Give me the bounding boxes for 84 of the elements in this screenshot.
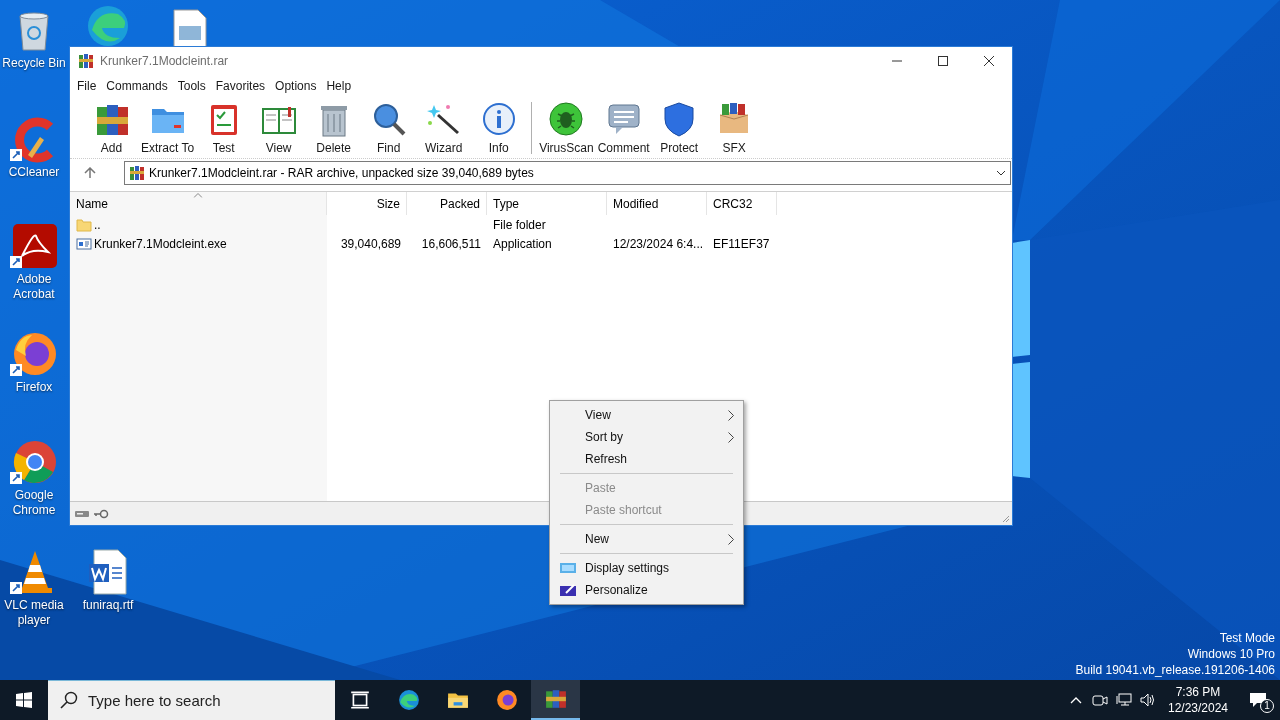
extract-button[interactable]: Extract To	[139, 98, 197, 157]
window-title: Krunker7.1Modcleint.rar	[100, 53, 229, 70]
network-icon	[1116, 692, 1132, 708]
maximize-icon	[938, 56, 948, 66]
clock[interactable]: 7:36 PM 12/23/2024	[1160, 684, 1236, 716]
menu-item[interactable]: File	[72, 77, 102, 95]
search-field[interactable]: Type here to search	[48, 680, 335, 720]
bug-icon	[548, 100, 585, 137]
find-button[interactable]: Find	[361, 98, 417, 157]
address-field[interactable]: Krunker7.1Modcleint.rar - RAR archive, unpacked size 39,040,689 bytes	[124, 161, 1011, 185]
notification-icon	[1249, 692, 1267, 708]
sfx-button[interactable]: SFX	[706, 98, 762, 157]
up-arrow-icon	[84, 167, 96, 179]
archive-books-icon	[544, 688, 567, 710]
column-header[interactable]: Name	[70, 192, 327, 215]
context-menu-item[interactable]: Refresh	[550, 448, 743, 470]
sort-ascending-icon	[193, 193, 203, 198]
edge-icon	[397, 689, 420, 711]
desktop-icon-label[interactable]: Recycle Bin	[2, 56, 66, 71]
test-button[interactable]: Test	[196, 98, 252, 157]
application-icon	[76, 235, 92, 252]
delete-button[interactable]: Delete	[306, 98, 362, 157]
table-cell-text: EF11EF37	[713, 235, 770, 253]
monitor-icon	[559, 562, 576, 574]
drive-icon	[74, 508, 90, 519]
windows-logo-icon	[16, 692, 32, 708]
context-menu-item[interactable]: Display settings	[550, 557, 743, 579]
column-header[interactable]: Type	[487, 192, 607, 215]
desktop-icon-label[interactable]: funiraq.rtf	[82, 598, 134, 613]
column-header[interactable]: Packed	[407, 192, 487, 215]
column-header[interactable]: Size	[327, 192, 407, 215]
speaker-icon	[1140, 692, 1156, 708]
fox-globe-icon	[495, 689, 518, 711]
context-menu-item[interactable]: View	[550, 404, 743, 426]
chevron-up-icon	[1070, 696, 1082, 704]
chrome-icon	[10, 438, 58, 486]
fox-globe-icon	[10, 330, 58, 378]
search-icon	[60, 691, 78, 709]
context-menu-item[interactable]: Personalize	[550, 579, 743, 601]
key-icon	[93, 508, 109, 519]
document-swirl-icon	[10, 222, 58, 270]
virusscan-button[interactable]: VirusScan	[537, 98, 596, 157]
table-cell-text: File folder	[493, 216, 546, 234]
table-cell-text: Krunker7.1Modcleint.exe	[94, 235, 227, 253]
desktop-icon-label[interactable]: Adobe Acrobat	[0, 272, 68, 302]
task-view-icon	[348, 689, 371, 711]
menu-item[interactable]: Favorites	[210, 77, 271, 95]
protect-button[interactable]: Protect	[651, 98, 707, 157]
view-button[interactable]: View	[251, 98, 307, 157]
column-header[interactable]: CRC32	[707, 192, 777, 215]
table-cell-text: ..	[94, 216, 101, 234]
context-menu-item[interactable]: New	[550, 528, 743, 550]
info-icon	[480, 100, 517, 137]
notifications-button[interactable]: 1	[1236, 680, 1280, 720]
table-cell-text: 39,040,689	[340, 235, 401, 253]
table-cell-text: Application	[493, 235, 552, 253]
camera-icon	[1092, 692, 1108, 708]
system-notice-text: Windows 10 Pro	[1187, 646, 1275, 662]
info-button[interactable]: Info	[471, 98, 527, 157]
table-cell-text: 16,606,511	[421, 235, 481, 253]
folder-icon	[76, 216, 92, 233]
desktop-icon-label[interactable]: VLC media player	[0, 598, 68, 628]
close-icon	[984, 56, 994, 66]
system-notice-text: Test Mode	[1219, 630, 1275, 646]
archive-books-icon	[129, 165, 145, 181]
column-header[interactable]: Modified	[607, 192, 707, 215]
menu-item[interactable]: Commands	[101, 77, 173, 95]
dropdown-caret-icon	[996, 170, 1006, 176]
context-menu-item[interactable]: Sort by	[550, 426, 743, 448]
system-notice-text: Build 19041.vb_release.191206-1406	[1075, 662, 1275, 678]
desktop-icon-label[interactable]: Firefox	[15, 380, 53, 395]
menu-item[interactable]: Help	[321, 77, 357, 95]
archive-books-icon	[78, 53, 94, 69]
table-cell-text: 12/23/2024 6:4...	[613, 235, 704, 253]
wizard-button[interactable]: Wizard	[416, 98, 472, 157]
resize-grip-icon	[1002, 515, 1010, 523]
paint-screen-icon	[559, 584, 576, 596]
comment-button[interactable]: Comment	[595, 98, 652, 157]
desktop-icon-label[interactable]: CCleaner	[8, 165, 60, 180]
add-button[interactable]: Add	[84, 98, 139, 157]
menu-item[interactable]: Options	[270, 77, 322, 95]
menu-item[interactable]: Tools	[172, 77, 211, 95]
taskbar-app-button[interactable]	[531, 680, 580, 720]
desktop-icon-label[interactable]: Google Chrome	[0, 488, 68, 518]
